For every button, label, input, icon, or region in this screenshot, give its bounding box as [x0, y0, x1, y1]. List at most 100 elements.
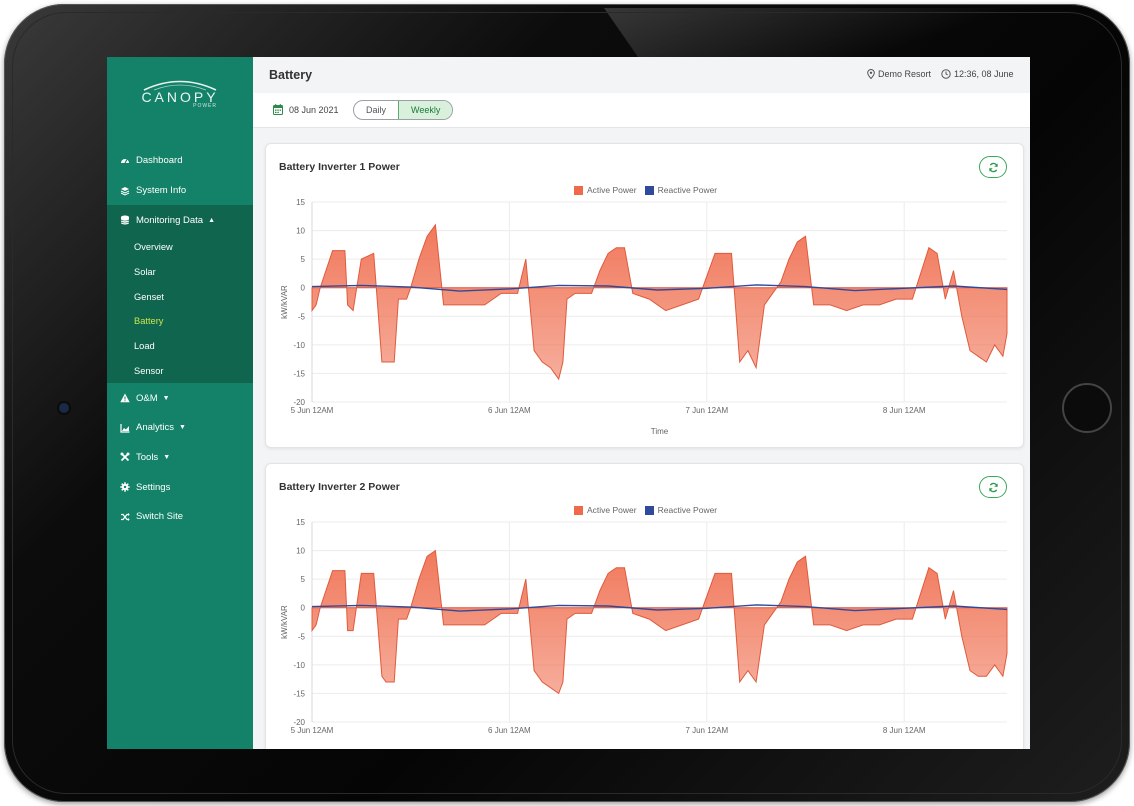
- x-tick-label: 6 Jun 12AM: [488, 726, 531, 735]
- x-tick-label: 7 Jun 12AM: [685, 726, 728, 735]
- sidebar-item-label: Settings: [136, 481, 171, 493]
- y-tick-label: 10: [296, 547, 305, 556]
- sidebar: CANOPY POWER Dashboard System Info Monit…: [107, 57, 253, 749]
- sidebar-item-tools[interactable]: Tools ▼: [107, 443, 253, 473]
- x-tick-label: 8 Jun 12AM: [883, 726, 926, 735]
- screen-glare: [604, 8, 1124, 68]
- legend-swatch: [644, 185, 654, 195]
- chart-title: Battery Inverter 1 Power: [279, 161, 400, 173]
- sidebar-item-label: Tools: [136, 451, 159, 463]
- logo-arc-icon: [143, 80, 217, 91]
- clock: 12:36, 08 June: [941, 69, 1014, 79]
- sidebar-item-label: System Info: [136, 185, 187, 197]
- shuffle-icon: [120, 512, 130, 522]
- y-tick-label: -15: [293, 689, 305, 698]
- y-tick-label: -20: [293, 718, 305, 727]
- sidebar-item-settings[interactable]: Settings: [107, 472, 253, 502]
- caret-up-icon: ▲: [208, 216, 215, 224]
- sidebar-item-switch-site[interactable]: Switch Site: [107, 502, 253, 532]
- y-tick-label: -10: [293, 341, 305, 350]
- x-axis-label: Time: [651, 427, 669, 436]
- database-icon: [120, 215, 130, 225]
- series-active-power: [311, 549, 1008, 695]
- y-tick-label: 15: [296, 518, 305, 527]
- weekly-button[interactable]: Weekly: [398, 101, 453, 119]
- chart-legend: Active Power Reactive Power: [574, 185, 725, 195]
- y-tick-label: 5: [301, 255, 306, 264]
- camera: [59, 403, 69, 413]
- submenu-item-solar[interactable]: Solar: [107, 260, 253, 285]
- sidebar-item-system-info[interactable]: System Info: [107, 176, 253, 206]
- period-toggle: Daily Weekly: [353, 100, 454, 120]
- submenu-item-overview[interactable]: Overview: [107, 235, 253, 260]
- y-tick-label: -15: [293, 369, 305, 378]
- legend-label: Active Power: [587, 185, 637, 195]
- chart-card-inverter-2: Battery Inverter 2 Power Active Power Re…: [265, 463, 1024, 749]
- clock-icon: [941, 69, 951, 79]
- legend-label: Reactive Power: [657, 505, 718, 515]
- site-selector[interactable]: Demo Resort: [867, 69, 931, 79]
- legend-item-reactive-power[interactable]: Reactive Power: [644, 185, 718, 195]
- site-name: Demo Resort: [878, 69, 932, 79]
- layers-icon: [120, 186, 130, 196]
- submenu-item-battery[interactable]: Battery: [107, 309, 253, 334]
- caret-down-icon: ▼: [179, 424, 186, 432]
- clock-text: 12:36, 08 June: [954, 69, 1014, 79]
- submenu-item-sensor[interactable]: Sensor: [107, 359, 253, 384]
- y-tick-label: -5: [298, 632, 306, 641]
- legend-swatch: [574, 185, 583, 195]
- y-tick-label: 0: [301, 284, 306, 293]
- legend-item-active-power[interactable]: Active Power: [574, 505, 637, 515]
- sidebar-item-analytics[interactable]: Analytics ▼: [107, 413, 253, 443]
- daily-button[interactable]: Daily: [354, 101, 398, 119]
- filter-bar: 08 Jun 2021 Daily Weekly: [253, 93, 1030, 128]
- gear-icon: [120, 482, 130, 492]
- battery-inverter-2-chart: 15 10 5 0 -5 -10 -15 -205 Jun 12AM 6 Jun 12AM 7 J…: [280, 518, 1008, 735]
- tablet-frame: CANOPY POWER Dashboard System Info Monit…: [4, 4, 1130, 802]
- tools-icon: [120, 452, 130, 462]
- top-bar: Battery Demo Resort 12:36, 08 June: [253, 57, 1030, 94]
- app-screen: CANOPY POWER Dashboard System Info Monit…: [107, 57, 1030, 749]
- sidebar-item-label: Switch Site: [136, 511, 183, 523]
- date-text: 08 Jun 2021: [289, 104, 339, 115]
- x-tick-label: 8 Jun 12AM: [883, 406, 926, 415]
- sidebar-item-label: Monitoring Data: [136, 214, 204, 226]
- refresh-button[interactable]: [979, 156, 1007, 178]
- x-tick-label: 6 Jun 12AM: [488, 406, 531, 415]
- x-tick-label: 5 Jun 12AM: [291, 406, 334, 415]
- calendar-icon: [273, 104, 283, 115]
- chart-legend: Active Power Reactive Power: [574, 505, 725, 515]
- x-tick-label: 7 Jun 12AM: [685, 406, 728, 415]
- sidebar-item-dashboard[interactable]: Dashboard: [107, 146, 253, 176]
- y-tick-label: 5: [301, 575, 306, 584]
- logo-text: CANOPY: [141, 89, 219, 105]
- caret-down-icon: ▼: [163, 453, 171, 461]
- sidebar-nav: Dashboard System Info Monitoring Data ▲ …: [107, 146, 253, 532]
- monitoring-submenu: Overview Solar Genset Battery Load Senso…: [107, 235, 253, 384]
- series-reactive-power: [311, 604, 1008, 612]
- submenu-item-genset[interactable]: Genset: [107, 284, 253, 309]
- chart-card-inverter-1: Battery Inverter 1 Power Active Power Re…: [265, 143, 1024, 448]
- x-tick-label: 5 Jun 12AM: [291, 726, 334, 735]
- sidebar-item-label: Analytics: [136, 422, 175, 434]
- series-active-power: [311, 223, 1008, 381]
- refresh-button[interactable]: [979, 476, 1007, 498]
- gauge-icon: [120, 156, 130, 166]
- logo[interactable]: CANOPY POWER: [107, 77, 253, 109]
- home-button[interactable]: [1062, 383, 1112, 433]
- logo-subtext: POWER: [193, 103, 217, 109]
- legend-swatch: [574, 505, 583, 515]
- date-picker[interactable]: 08 Jun 2021: [273, 104, 339, 115]
- y-tick-label: -5: [298, 312, 306, 321]
- warning-icon: [120, 393, 130, 403]
- legend-item-reactive-power[interactable]: Reactive Power: [644, 505, 718, 515]
- sidebar-item-om[interactable]: O&M ▼: [107, 383, 253, 413]
- series-reactive-power: [311, 284, 1008, 292]
- legend-label: Reactive Power: [657, 185, 718, 195]
- sidebar-item-monitoring-data[interactable]: Monitoring Data ▲: [107, 205, 253, 236]
- legend-item-active-power[interactable]: Active Power: [574, 185, 637, 195]
- refresh-icon: [988, 482, 998, 492]
- submenu-item-load[interactable]: Load: [107, 334, 253, 359]
- sidebar-item-label: Dashboard: [136, 155, 183, 167]
- y-tick-label: 15: [296, 198, 305, 207]
